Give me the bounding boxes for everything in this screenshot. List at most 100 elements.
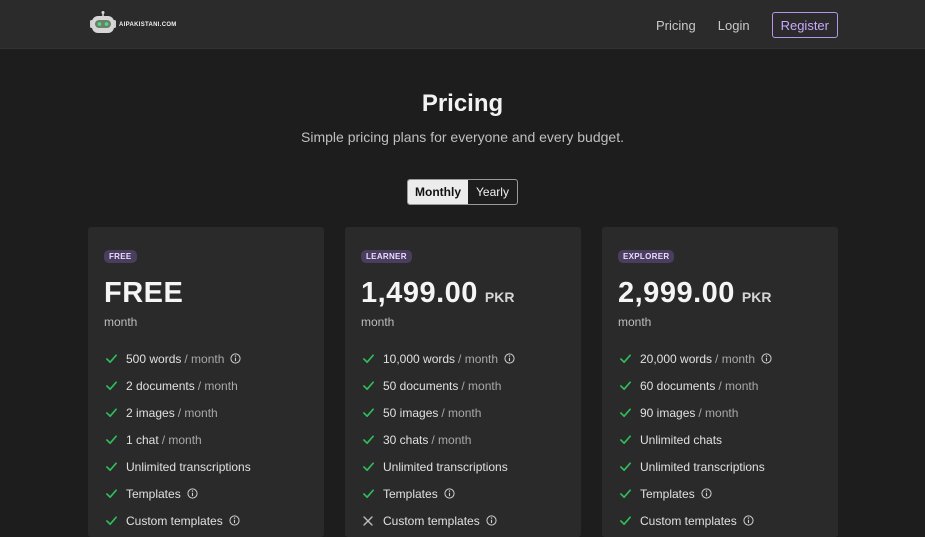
- plan-period: month: [361, 315, 395, 329]
- billing-period-toggle: Monthly Yearly: [407, 179, 518, 205]
- feature-text: Templates: [383, 486, 438, 501]
- feature-item: Custom templates: [618, 507, 822, 534]
- info-icon[interactable]: [229, 515, 240, 526]
- info-icon[interactable]: [504, 353, 515, 364]
- logo-text: AIPAKISTANI.COM: [119, 22, 177, 28]
- info-icon[interactable]: [701, 488, 712, 499]
- plan-period: month: [618, 315, 652, 329]
- feature-text: 50 documents: [383, 378, 459, 393]
- feature-text: Unlimited transcriptions: [640, 459, 765, 474]
- plan-currency: PKR: [484, 289, 515, 305]
- plan-card-free: FREE FREE month 500 words / month 2 documents…: [88, 227, 324, 537]
- check-icon: [361, 460, 375, 474]
- feature-item: Unlimited transcriptions: [104, 453, 308, 480]
- feature-item: Custom templates: [104, 507, 308, 534]
- monthly-toggle-option[interactable]: Monthly: [408, 180, 468, 204]
- feature-text: 500 words: [126, 351, 182, 366]
- feature-text: 20,000 words: [640, 351, 713, 366]
- price-row: FREE: [104, 277, 308, 311]
- check-icon: [618, 379, 632, 393]
- feature-suffix: / month: [197, 378, 238, 393]
- feature-item: 60 documents / month: [618, 372, 822, 399]
- plan-badge: FREE: [104, 250, 137, 263]
- plan-badge: EXPLORER: [618, 250, 675, 263]
- feature-text: 30 chats: [383, 432, 429, 447]
- feature-item: Custom templates: [361, 507, 565, 534]
- plan-card-explorer: EXPLORER 2,999.00 PKR month 20,000 words / mo…: [602, 227, 838, 537]
- plan-price: FREE: [104, 277, 184, 309]
- feature-text: 2 images: [126, 405, 175, 420]
- info-icon[interactable]: [486, 515, 497, 526]
- feature-suffix: / month: [715, 351, 756, 366]
- feature-text: Unlimited transcriptions: [126, 459, 251, 474]
- cross-icon: [361, 514, 375, 528]
- feature-item: 500 words / month: [104, 345, 308, 372]
- feature-item: 30 chats / month: [361, 426, 565, 453]
- feature-item: 50 documents / month: [361, 372, 565, 399]
- check-icon: [618, 487, 632, 501]
- feature-suffix: / month: [161, 432, 202, 447]
- feature-text: Templates: [126, 486, 181, 501]
- site-logo[interactable]: AIPAKISTANI.COM: [89, 10, 177, 37]
- plan-price: 1,499.00: [361, 277, 478, 309]
- check-icon: [618, 460, 632, 474]
- feature-text: 2 documents: [126, 378, 195, 393]
- check-icon: [361, 433, 375, 447]
- feature-item: 2 documents / month: [104, 372, 308, 399]
- check-icon: [104, 352, 118, 366]
- check-icon: [104, 433, 118, 447]
- feature-suffix: / month: [458, 351, 499, 366]
- feature-text: 10,000 words: [383, 351, 456, 366]
- feature-item: Templates: [104, 480, 308, 507]
- feature-item: Unlimited transcriptions: [361, 453, 565, 480]
- check-icon: [618, 406, 632, 420]
- check-icon: [104, 460, 118, 474]
- check-icon: [618, 433, 632, 447]
- yearly-toggle-option[interactable]: Yearly: [468, 180, 517, 204]
- feature-text: Custom templates: [126, 513, 223, 528]
- feature-list: 20,000 words / month 60 documents / month 90…: [618, 345, 822, 534]
- info-icon[interactable]: [230, 353, 241, 364]
- check-icon: [104, 406, 118, 420]
- feature-text: Templates: [640, 486, 695, 501]
- feature-item: Templates: [361, 480, 565, 507]
- check-icon: [104, 487, 118, 501]
- check-icon: [361, 352, 375, 366]
- check-icon: [361, 406, 375, 420]
- page-subtitle: Simple pricing plans for everyone and ev…: [301, 129, 624, 145]
- feature-item: Unlimited chats: [618, 426, 822, 453]
- price-row: 1,499.00 PKR: [361, 277, 565, 311]
- feature-text: Custom templates: [640, 513, 737, 528]
- feature-list: 10,000 words / month 50 documents / month 50…: [361, 345, 565, 534]
- feature-text: Custom templates: [383, 513, 480, 528]
- plan-period: month: [104, 315, 138, 329]
- plan-badge: LEARNER: [361, 250, 412, 263]
- plan-card-learner: LEARNER 1,499.00 PKR month 10,000 words / mon…: [345, 227, 581, 537]
- feature-suffix: / month: [698, 405, 739, 420]
- feature-text: 60 documents: [640, 378, 716, 393]
- feature-item: 90 images / month: [618, 399, 822, 426]
- register-button[interactable]: Register: [771, 12, 838, 38]
- check-icon: [618, 352, 632, 366]
- nav-login-link[interactable]: Login: [718, 18, 750, 33]
- main-nav: Pricing Login Register: [656, 12, 838, 38]
- info-icon[interactable]: [761, 353, 772, 364]
- feature-item: 1 chat / month: [104, 426, 308, 453]
- feature-item: 2 images / month: [104, 399, 308, 426]
- nav-pricing-link[interactable]: Pricing: [656, 18, 696, 33]
- feature-suffix: / month: [184, 351, 225, 366]
- info-icon[interactable]: [743, 515, 754, 526]
- check-icon: [618, 514, 632, 528]
- feature-item: 20,000 words / month: [618, 345, 822, 372]
- feature-item: 10,000 words / month: [361, 345, 565, 372]
- page-title: Pricing: [421, 90, 504, 117]
- feature-text: 50 images: [383, 405, 439, 420]
- feature-list: 500 words / month 2 documents / month 2 imag…: [104, 345, 308, 534]
- price-row: 2,999.00 PKR: [618, 277, 822, 311]
- feature-text: 1 chat: [126, 432, 159, 447]
- info-icon[interactable]: [444, 488, 455, 499]
- info-icon[interactable]: [187, 488, 198, 499]
- feature-item: Templates: [618, 480, 822, 507]
- feature-item: 50 images / month: [361, 399, 565, 426]
- top-navbar: AIPAKISTANI.COM Pricing Login Register: [0, 0, 925, 49]
